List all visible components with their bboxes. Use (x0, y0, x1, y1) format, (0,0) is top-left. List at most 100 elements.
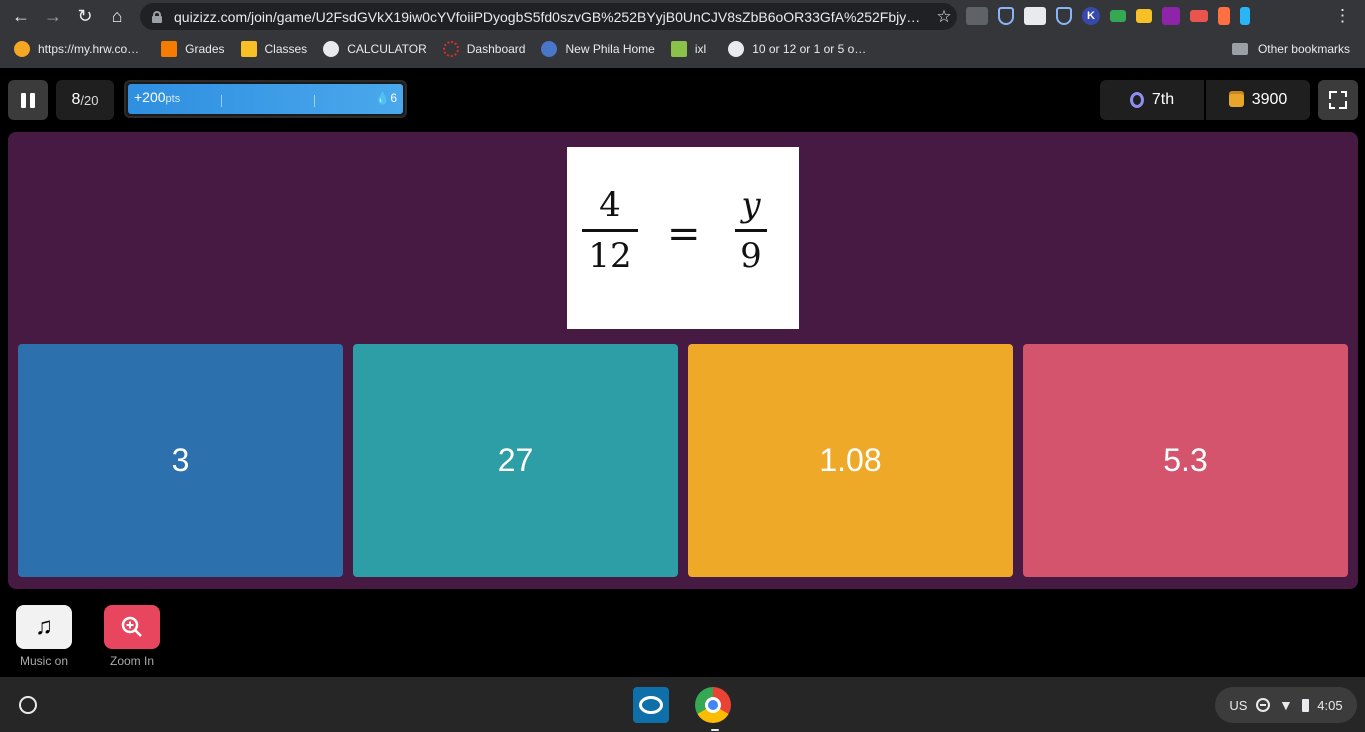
k-extension-icon[interactable]: K (1082, 7, 1100, 25)
bookmark-label: CALCULATOR (347, 42, 427, 56)
fraction-bar (582, 229, 638, 232)
screenshot-extension-icon[interactable] (1024, 7, 1046, 25)
score-value: 3900 (1251, 91, 1288, 108)
numerator: 4 (599, 185, 621, 225)
extension-icon[interactable] (966, 7, 988, 25)
url-text: quizizz.com/join/game/U2FsdGVkX19iw0cYVf… (174, 8, 921, 25)
question-counter: 8/20 (56, 80, 114, 120)
fullscreen-button[interactable] (1318, 80, 1358, 120)
chrome-app-icon[interactable] (695, 687, 731, 723)
bookmark-star-icon[interactable]: ☆ (931, 7, 957, 27)
classroom-favicon-icon (240, 41, 257, 57)
app-logo-icon (639, 696, 663, 714)
bookmarks-bar: https://my.hrw.co… Grades Classes CALCUL… (0, 37, 1365, 61)
pause-icon (21, 92, 26, 108)
wifi-icon: ▼ (1278, 697, 1293, 713)
browser-menu-icon[interactable]: ⋮ (1334, 6, 1351, 26)
timer-bar: +200pts 💧6 (124, 80, 407, 118)
answer-label: 27 (497, 442, 534, 478)
browser-toolbar: ← → ↻ ⌂ quizizz.com/join/game/U2FsdGVkX1… (0, 0, 1365, 33)
quiz-game: 8/20 +200pts 💧6 7th 3900 4 12 = y 9 3 27… (0, 68, 1365, 676)
bookmark-label: New Phila Home (565, 42, 655, 56)
extensions-row: K (966, 5, 1250, 27)
answer-label: 5.3 (1163, 442, 1208, 478)
coins-icon (1228, 93, 1244, 107)
flag-extension-icon[interactable] (1218, 7, 1230, 25)
bookmark-label: Grades (185, 42, 225, 56)
reload-button[interactable]: ↻ (69, 0, 101, 33)
points-label: +200pts (134, 89, 180, 105)
bookmark-item[interactable]: New Phila Home (533, 37, 662, 61)
ixl-favicon-icon (670, 41, 687, 57)
question-image: 4 12 = y 9 (567, 147, 799, 329)
bookmark-item[interactable]: 10 or 12 or 1 or 5 o… (714, 37, 874, 61)
address-bar[interactable]: quizizz.com/join/game/U2FsdGVkX19iw0cYVf… (140, 3, 957, 30)
question-panel: 4 12 = y 9 3 27 1.08 5.3 (8, 132, 1358, 589)
google-favicon-icon (323, 41, 340, 57)
music-button[interactable]: ♫ (16, 605, 72, 649)
pause-button[interactable] (8, 80, 48, 120)
locale-label: US (1229, 697, 1248, 713)
bookmark-item[interactable]: https://my.hrw.co… (0, 37, 147, 61)
folder-icon (1231, 43, 1248, 55)
music-note-icon: ♫ (35, 613, 53, 640)
battery-icon (1301, 698, 1309, 712)
answer-label: 3 (171, 442, 190, 478)
music-label: Music on (19, 654, 69, 668)
status-tray[interactable]: US ▼ 4:05 (1215, 687, 1357, 723)
bookmark-label: Dashboard (466, 42, 526, 56)
hrw-favicon-icon (14, 41, 30, 57)
other-bookmarks[interactable]: Other bookmarks (1231, 37, 1350, 61)
timer-tick (221, 95, 222, 107)
zoom-in-icon (121, 616, 142, 637)
google-favicon-icon (728, 41, 745, 57)
shield-extension-icon[interactable] (1056, 7, 1072, 25)
app-icon[interactable] (633, 687, 669, 723)
new-phila-favicon-icon (541, 41, 558, 57)
answer-option-4[interactable]: 5.3 (1023, 344, 1348, 577)
bookmark-item[interactable]: ixl (663, 37, 714, 61)
fraction-right: y 9 (735, 185, 767, 276)
rank-cell: 7th (1100, 80, 1204, 120)
shield-extension-icon[interactable] (998, 7, 1014, 25)
zoom-in-button[interactable] (104, 605, 160, 649)
bookmark-item[interactable]: CALCULATOR (315, 37, 435, 61)
bookmark-item[interactable]: Dashboard (435, 37, 534, 61)
browser-chrome: ← → ↻ ⌂ quizizz.com/join/game/U2FsdGVkX1… (0, 0, 1365, 68)
classroom-extension-icon[interactable] (1136, 9, 1152, 23)
other-bookmarks-label: Other bookmarks (1257, 42, 1350, 56)
chrome-center-icon (705, 697, 721, 713)
bookmark-label: Classes (264, 42, 308, 56)
launcher-icon[interactable] (19, 696, 37, 714)
timer-tick (314, 95, 315, 107)
active-app-indicator (711, 729, 719, 731)
bookmark-label: 10 or 12 or 1 or 5 o… (752, 42, 867, 56)
puzzle-extension-icon[interactable] (1162, 7, 1180, 25)
question-total: /20 (80, 92, 99, 108)
battery-extension-icon[interactable] (1240, 7, 1250, 25)
points-unit: pts (165, 93, 181, 105)
screencast-extension-icon[interactable] (1190, 10, 1208, 22)
fraction-left: 4 12 (582, 185, 638, 276)
fraction-bar (735, 229, 767, 232)
denominator: 12 (588, 236, 632, 276)
answer-option-1[interactable]: 3 (18, 344, 343, 577)
cast-extension-icon[interactable] (1110, 10, 1126, 22)
grades-favicon-icon (161, 41, 178, 57)
answer-label: 1.08 (819, 442, 882, 478)
bookmark-label: ixl (694, 42, 707, 56)
points-value: +200 (134, 89, 166, 105)
clock-time: 4:05 (1317, 697, 1343, 713)
rank-score-box: 7th 3900 (1100, 80, 1310, 120)
forward-button[interactable]: → (37, 0, 69, 33)
back-button[interactable]: ← (5, 0, 37, 33)
bookmark-item[interactable]: Grades (147, 37, 232, 61)
home-button[interactable]: ⌂ (101, 0, 133, 33)
fullscreen-icon (1329, 91, 1347, 109)
medal-icon (1129, 92, 1144, 108)
answer-option-2[interactable]: 27 (353, 344, 678, 577)
bookmark-label: https://my.hrw.co… (38, 42, 140, 56)
do-not-disturb-icon (1256, 698, 1271, 712)
answer-option-3[interactable]: 1.08 (688, 344, 1013, 577)
bookmark-item[interactable]: Classes (233, 37, 316, 61)
